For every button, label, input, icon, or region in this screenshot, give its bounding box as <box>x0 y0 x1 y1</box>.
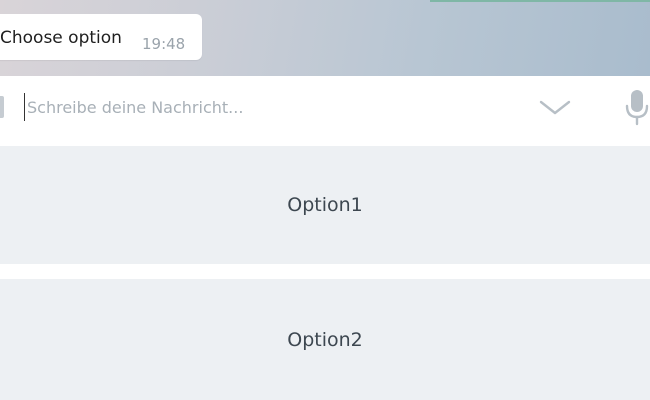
message-text: Choose option <box>0 28 122 48</box>
keyboard-button-label: Option1 <box>287 194 363 216</box>
keyboard-button-label: Option2 <box>287 328 363 351</box>
keyboard-button-option1[interactable]: Option1 <box>0 146 650 264</box>
paperclip-icon[interactable] <box>0 96 4 118</box>
message-input[interactable] <box>24 93 507 121</box>
message-timestamp: 19:48 <box>142 35 186 53</box>
microphone-icon[interactable] <box>622 88 650 126</box>
chevron-down-icon[interactable] <box>538 96 572 118</box>
keyboard-button-option2[interactable]: Option2 <box>0 279 650 400</box>
top-accent-strip <box>430 0 650 2</box>
chat-window: Choose option 19:48 Option1 Option2 <box>0 0 650 400</box>
